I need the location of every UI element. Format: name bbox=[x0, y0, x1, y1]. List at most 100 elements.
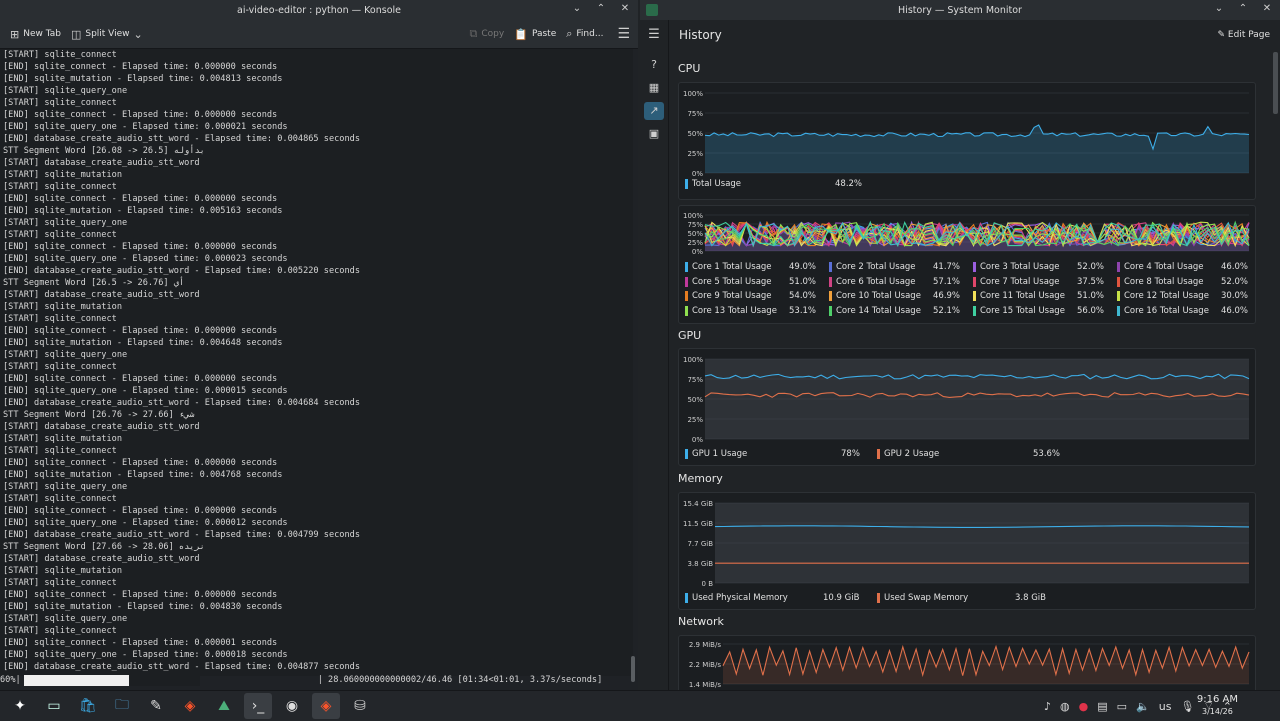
legend-value: 30.0% bbox=[1221, 291, 1249, 302]
tick-label: 100% bbox=[683, 356, 703, 364]
konsole-icon[interactable]: ›_ bbox=[244, 693, 272, 719]
help-icon[interactable]: ? bbox=[644, 56, 664, 74]
show-desktop-icon[interactable]: ▭ bbox=[40, 693, 68, 719]
terminal-line: [END] sqlite_query_one - Elapsed time: 0… bbox=[3, 518, 288, 528]
close-icon[interactable]: ✕ bbox=[618, 3, 632, 14]
notification-icon[interactable]: ♪ bbox=[1044, 700, 1051, 713]
legend-item: GPU 2 Usage bbox=[877, 449, 939, 459]
legend-swatch bbox=[685, 262, 688, 272]
terminal-line: [START] sqlite_connect bbox=[3, 314, 117, 324]
terminal-output[interactable]: [START] sqlite_connect [END] sqlite_conne… bbox=[0, 49, 633, 676]
legend-label: GPU 1 Usage bbox=[692, 449, 748, 459]
terminal-line: [END] sqlite_connect - Elapsed time: 0.0… bbox=[3, 242, 278, 252]
app-launcher-icon[interactable]: ✦ bbox=[6, 693, 34, 719]
chart-legend: GPU 1 Usage 78% GPU 2 Usage 53.6% bbox=[685, 449, 1245, 461]
terminal-line: [END] sqlite_connect - Elapsed time: 0.0… bbox=[3, 110, 278, 120]
clipboard-icon[interactable]: ▤ bbox=[1097, 700, 1107, 713]
file-manager-icon[interactable]: 🗀 bbox=[108, 693, 136, 719]
battery-icon[interactable]: ▭ bbox=[1117, 700, 1127, 713]
terminal-line: [END] sqlite_query_one - Elapsed time: 0… bbox=[3, 122, 288, 132]
volume-icon[interactable]: 🔈 bbox=[1136, 700, 1150, 713]
tick-label: 75% bbox=[687, 221, 703, 229]
hamburger-menu-icon: ☰ bbox=[617, 26, 630, 42]
hamburger-menu-button[interactable]: ☰ bbox=[617, 26, 630, 42]
paste-icon: 📋 bbox=[514, 27, 528, 41]
legend-label: Core 4 Total Usage bbox=[1124, 262, 1204, 272]
terminal-line: [START] sqlite_mutation bbox=[3, 170, 122, 180]
terminal-line: [START] sqlite_mutation bbox=[3, 302, 122, 312]
konsole-titlebar[interactable]: ai-video-editor : python — Konsole ⌄ ⌃ ✕ bbox=[0, 0, 638, 20]
legend-swatch bbox=[1117, 305, 1120, 316]
brave-browser-window-icon[interactable]: ◈ bbox=[312, 693, 340, 719]
legend-value: 78% bbox=[841, 449, 860, 459]
chart-legend: Total Usage 48.2% bbox=[685, 179, 1245, 191]
find-button[interactable]: ⌕ Find... bbox=[566, 27, 603, 41]
search-icon: ⌕ bbox=[566, 27, 573, 40]
tick-label: 25% bbox=[687, 416, 703, 424]
copy-button[interactable]: ⧉ Copy bbox=[470, 27, 505, 41]
terminal-line: [START] sqlite_query_one bbox=[3, 482, 128, 492]
tick-label: 11.5 GiB bbox=[683, 520, 713, 528]
gpu-card: 100% 75% 50% 25% 0% GPU 1 Usage 78% GPU 2 Usage… bbox=[678, 348, 1256, 466]
system-monitor-icon[interactable]: ⛰ bbox=[210, 693, 238, 719]
legend-item: Used Swap Memory bbox=[877, 593, 968, 603]
terminal-line: STT Segment Word [26.76 -> 27.66] شيء bbox=[3, 410, 195, 420]
section-title-cpu: CPU bbox=[678, 62, 701, 75]
microphone-icon[interactable]: 🎙 bbox=[1180, 700, 1194, 713]
legend-value: 56.0% bbox=[1077, 305, 1105, 316]
history-page: CPU 100% 75% 50% 25% 0% Total Usage 48.2% 100%… bbox=[669, 50, 1270, 690]
progress-line: 60%| | 28.060000000000002/46.46 [01:34<0… bbox=[0, 674, 630, 687]
overview-grid-icon[interactable]: ▦ bbox=[644, 79, 664, 97]
terminal-line: [END] database_create_audio_stt_word - E… bbox=[3, 266, 360, 276]
legend-swatch bbox=[1117, 262, 1120, 272]
terminal-line: [START] sqlite_connect bbox=[3, 230, 117, 240]
sidebar: ☰ ? ▦ ↗ ▣ bbox=[640, 20, 669, 690]
minimize-icon[interactable]: ⌄ bbox=[570, 3, 584, 14]
section-title-memory: Memory bbox=[678, 472, 723, 485]
obs-icon[interactable]: ◉ bbox=[278, 693, 306, 719]
terminal-scrollbar[interactable] bbox=[631, 656, 635, 682]
clock[interactable]: 9:16 AM 3/14/26 bbox=[1197, 694, 1238, 718]
terminal-line: [START] sqlite_connect bbox=[3, 626, 117, 636]
tick-label: 25% bbox=[687, 239, 703, 247]
maximize-icon[interactable]: ⌃ bbox=[594, 3, 608, 14]
terminal-line: [END] database_create_audio_stt_word - E… bbox=[3, 134, 360, 144]
applications-icon[interactable]: ▣ bbox=[644, 125, 664, 143]
brave-browser-icon[interactable]: ◈ bbox=[176, 693, 204, 719]
steam-icon[interactable]: ◍ bbox=[1060, 700, 1070, 713]
record-icon[interactable]: ● bbox=[1079, 700, 1089, 713]
legend-swatch bbox=[973, 305, 976, 316]
legend-item: Core 1 Total Usage bbox=[685, 262, 772, 272]
konsole-toolbar: ⊞ New Tab ◫ Split View ⌄ ⧉ Copy 📋 Paste ⌕ Find… bbox=[0, 20, 638, 49]
minimize-icon[interactable]: ⌄ bbox=[1212, 3, 1226, 14]
paste-button[interactable]: 📋 Paste bbox=[514, 28, 556, 41]
split-view-button[interactable]: ◫ Split View ⌄ bbox=[71, 28, 143, 41]
legend-item: Core 5 Total Usage bbox=[685, 276, 772, 287]
edit-page-button[interactable]: ✎ Edit Page bbox=[1218, 30, 1271, 40]
tick-label: 7.7 GiB bbox=[687, 540, 713, 548]
cpu-total-card: 100% 75% 50% 25% 0% Total Usage 48.2% bbox=[678, 82, 1256, 200]
terminal-line: [START] sqlite_connect bbox=[3, 494, 117, 504]
text-editor-icon[interactable]: ✎ bbox=[142, 693, 170, 719]
legend-label: Used Physical Memory bbox=[692, 593, 788, 603]
hamburger-menu-icon[interactable]: ☰ bbox=[644, 26, 664, 44]
maximize-icon[interactable]: ⌃ bbox=[1236, 3, 1250, 14]
system-monitor-window: History — System Monitor ⌄ ⌃ ✕ ☰ ? ▦ ↗ ▣… bbox=[640, 0, 1280, 690]
keyboard-layout[interactable]: us bbox=[1159, 700, 1172, 713]
section-title-gpu: GPU bbox=[678, 329, 702, 342]
sysmon-titlebar[interactable]: History — System Monitor ⌄ ⌃ ✕ bbox=[640, 0, 1280, 20]
new-tab-button[interactable]: ⊞ New Tab bbox=[10, 28, 61, 41]
page-scrollbar[interactable] bbox=[1273, 52, 1278, 114]
legend-label: Core 7 Total Usage bbox=[980, 276, 1060, 287]
progress-bar bbox=[23, 675, 200, 686]
legend-swatch bbox=[685, 291, 688, 302]
close-icon[interactable]: ✕ bbox=[1260, 3, 1274, 14]
legend-item: Core 8 Total Usage bbox=[1117, 276, 1204, 287]
history-chart-icon[interactable]: ↗ bbox=[644, 102, 664, 120]
terminal-line: [START] database_create_audio_stt_word bbox=[3, 554, 200, 564]
tick-label: 0% bbox=[692, 170, 703, 178]
legend-value: 52.1% bbox=[933, 305, 961, 316]
discover-icon[interactable]: 🛍 bbox=[74, 693, 102, 719]
legend-swatch bbox=[685, 179, 688, 189]
database-icon[interactable]: ⛁ bbox=[346, 693, 374, 719]
